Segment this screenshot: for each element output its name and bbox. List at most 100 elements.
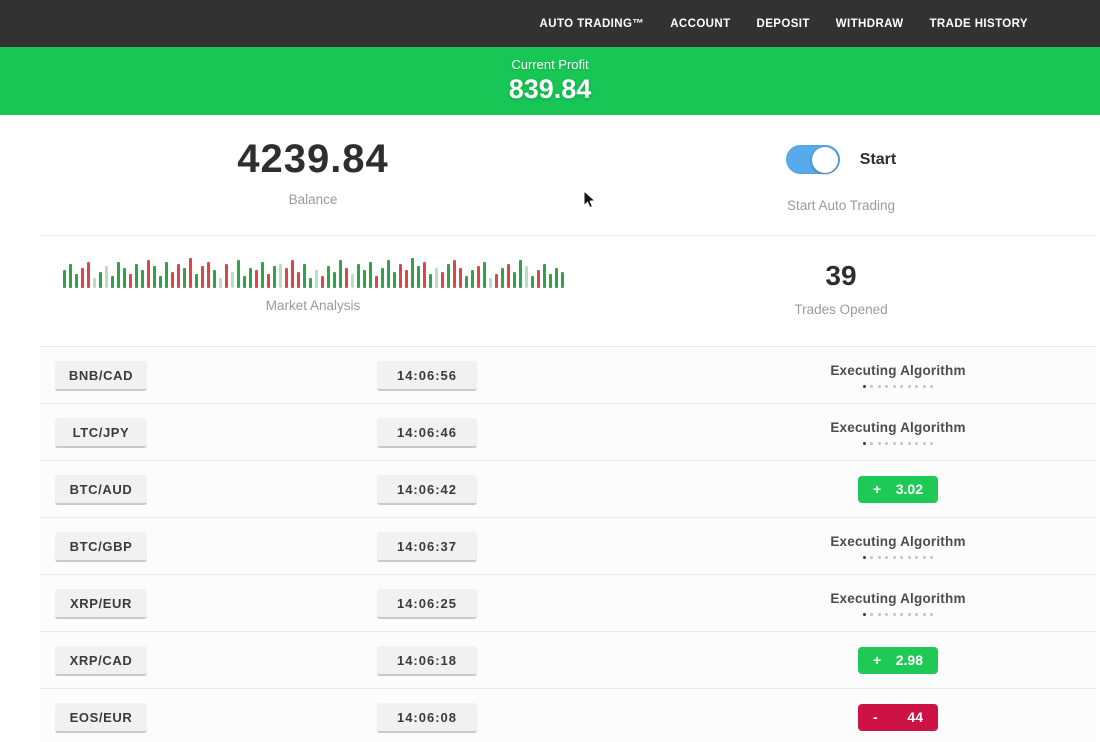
- chart-bar: [543, 264, 546, 288]
- chart-bar: [69, 264, 72, 288]
- progress-dot: [915, 385, 918, 388]
- loss-badge: - 44: [858, 704, 938, 731]
- progress-dot: [900, 385, 903, 388]
- chart-bar: [291, 260, 294, 288]
- result-value: 2.98: [896, 652, 923, 668]
- chart-bar: [81, 268, 84, 288]
- progress-dot: [885, 442, 888, 445]
- chart-bar: [525, 266, 528, 288]
- chart-bar: [303, 264, 306, 288]
- chart-bar: [213, 270, 216, 288]
- chart-bar: [459, 268, 462, 288]
- progress-dot: [923, 442, 926, 445]
- result-sign: -: [873, 709, 878, 725]
- result-value: 44: [907, 709, 923, 725]
- chart-bar: [237, 260, 240, 288]
- chart-bar: [381, 268, 384, 288]
- balance-block: 4239.84 Balance: [40, 137, 586, 235]
- chart-bar: [507, 264, 510, 288]
- nav-item-withdraw[interactable]: WITHDRAW: [836, 18, 904, 30]
- progress-dot: [870, 385, 873, 388]
- current-profit-value: 839.84: [0, 74, 1100, 105]
- chart-bar: [285, 268, 288, 288]
- progress-dots: [863, 385, 934, 388]
- progress-dot: [930, 556, 933, 559]
- chart-bar: [561, 272, 564, 288]
- trade-row: EOS/EUR14:06:08-44: [40, 688, 1096, 742]
- progress-dot: [878, 385, 881, 388]
- chart-bar: [447, 264, 450, 288]
- progress-dot: [908, 385, 911, 388]
- trades-opened-label: Trades Opened: [794, 302, 887, 317]
- result-sign: +: [873, 481, 881, 497]
- progress-dot: [930, 442, 933, 445]
- time-badge: 14:06:18: [377, 646, 477, 676]
- chart-bar: [333, 272, 336, 288]
- progress-dots: [863, 556, 934, 559]
- progress-dot: [900, 442, 903, 445]
- toggle-knob-icon: [812, 147, 838, 173]
- chart-bar: [147, 260, 150, 288]
- market-analysis-label: Market Analysis: [266, 298, 361, 313]
- chart-bar: [531, 276, 534, 288]
- chart-bar: [279, 264, 282, 288]
- progress-dot: [930, 613, 933, 616]
- progress-dot: [908, 556, 911, 559]
- chart-bar: [99, 272, 102, 288]
- trade-row: LTC/JPY 14:06:46 Executing Algorithm: [40, 403, 1096, 460]
- progress-dot: [885, 613, 888, 616]
- chart-bar: [441, 272, 444, 288]
- balance-label: Balance: [289, 192, 338, 207]
- trade-status: Executing Algorithm: [788, 347, 1008, 403]
- chart-bar: [411, 258, 414, 288]
- nav-item-auto-trading[interactable]: AUTO TRADING™: [540, 18, 645, 30]
- progress-dot: [870, 556, 873, 559]
- chart-bar: [357, 264, 360, 288]
- chart-bar: [339, 260, 342, 288]
- chart-bar: [423, 262, 426, 288]
- nav-item-account[interactable]: ACCOUNT: [670, 18, 730, 30]
- progress-dot: [908, 442, 911, 445]
- progress-dot: [900, 556, 903, 559]
- top-nav: AUTO TRADING™ ACCOUNT DEPOSIT WITHDRAW TRADE…: [0, 0, 1100, 47]
- chart-bar: [483, 262, 486, 288]
- progress-dot: [923, 556, 926, 559]
- chart-bar: [387, 260, 390, 288]
- progress-dot: [915, 613, 918, 616]
- chart-bar: [243, 276, 246, 288]
- chart-bar: [345, 268, 348, 288]
- nav-item-deposit[interactable]: DEPOSIT: [757, 18, 810, 30]
- executing-algorithm-label: Executing Algorithm: [830, 591, 965, 606]
- result-value: 3.02: [896, 481, 923, 497]
- trade-status: Executing Algorithm: [788, 404, 1008, 460]
- pair-badge: BNB/CAD: [55, 361, 147, 391]
- time-badge: 14:06:46: [377, 418, 477, 448]
- progress-dot: [885, 385, 888, 388]
- chart-bar: [495, 274, 498, 288]
- progress-dot: [900, 613, 903, 616]
- pair-badge: LTC/JPY: [55, 418, 147, 448]
- chart-bar: [369, 262, 372, 288]
- chart-bar: [171, 272, 174, 288]
- trade-row: XRP/CAD14:06:18+2.98: [40, 631, 1096, 688]
- time-badge: 14:06:42: [377, 475, 477, 505]
- progress-dot: [870, 442, 873, 445]
- pair-badge: BTC/GBP: [55, 532, 147, 562]
- chart-bar: [267, 274, 270, 288]
- balance-value: 4239.84: [237, 137, 389, 182]
- auto-trading-toggle[interactable]: [786, 145, 840, 174]
- chart-bar: [105, 266, 108, 288]
- chart-bar: [189, 258, 192, 288]
- chart-bar: [363, 270, 366, 288]
- nav-item-trade-history[interactable]: TRADE HISTORY: [930, 18, 1029, 30]
- chart-bar: [63, 270, 66, 288]
- trades-opened-block: 39 Trades Opened: [586, 254, 1096, 340]
- current-profit-banner: Current Profit 839.84: [0, 47, 1100, 115]
- progress-dot: [893, 385, 896, 388]
- profit-badge: +3.02: [858, 476, 938, 503]
- chart-bar: [201, 266, 204, 288]
- pair-badge: EOS/EUR: [55, 703, 147, 733]
- balance-section: 4239.84 Balance Start Start Auto Trading: [40, 115, 1096, 235]
- chart-bar: [87, 262, 90, 288]
- progress-dot: [863, 556, 866, 559]
